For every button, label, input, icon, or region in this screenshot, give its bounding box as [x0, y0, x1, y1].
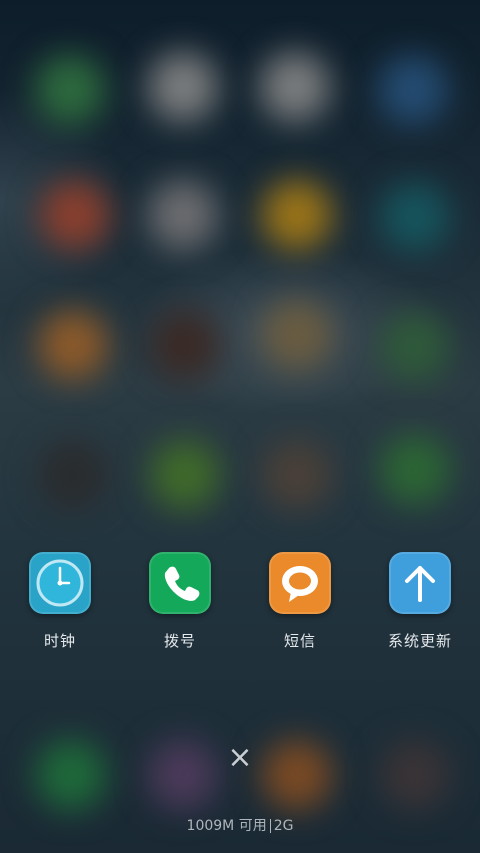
- memory-status: 1009M 可用 2G: [0, 815, 480, 835]
- blurred-app-icon: [262, 440, 332, 510]
- recent-app-messages[interactable]: 短信: [240, 552, 360, 651]
- blurred-app-icon: [262, 180, 332, 250]
- blurred-app-icon: [148, 740, 218, 810]
- update-arrow-icon: [389, 552, 451, 614]
- blurred-app-icon: [150, 440, 220, 510]
- memory-available: 1009M 可用: [186, 818, 267, 834]
- blurred-app-icon: [378, 55, 448, 125]
- blurred-app-icon: [148, 52, 218, 122]
- blurred-app-icon: [380, 740, 450, 810]
- blurred-app-icon: [380, 435, 450, 505]
- blurred-app-icon: [260, 52, 330, 122]
- app-label-system-update: 系统更新: [387, 632, 452, 650]
- recent-app-clock[interactable]: 时钟: [0, 552, 120, 651]
- blurred-app-icon: [40, 180, 110, 250]
- clear-recent-apps-button[interactable]: ×: [225, 743, 255, 773]
- clock-icon: [29, 552, 91, 614]
- blurred-home-screen-background: [0, 0, 480, 853]
- blurred-app-icon: [380, 182, 450, 252]
- recent-apps-row: 时钟 拨号 短信 系统更新: [0, 552, 480, 672]
- recent-app-system-update[interactable]: 系统更新: [360, 552, 480, 651]
- blurred-app-icon: [150, 310, 220, 380]
- memory-total: 2G: [273, 818, 294, 834]
- blurred-app-icon: [148, 180, 218, 250]
- divider: [269, 819, 271, 833]
- blurred-app-icon: [35, 55, 105, 125]
- blurred-app-icon: [380, 312, 450, 382]
- blurred-app-icon: [262, 300, 332, 370]
- close-icon: ×: [227, 740, 253, 775]
- app-label-messages: 短信: [283, 632, 316, 650]
- message-icon: [269, 552, 331, 614]
- blurred-app-icon: [262, 740, 332, 810]
- blurred-app-icon: [38, 440, 108, 510]
- blurred-app-icon: [38, 310, 108, 380]
- app-label-clock: 时钟: [43, 632, 76, 650]
- blurred-app-icon: [36, 740, 106, 810]
- app-label-phone: 拨号: [163, 632, 196, 650]
- phone-icon: [149, 552, 211, 614]
- recent-app-phone[interactable]: 拨号: [120, 552, 240, 651]
